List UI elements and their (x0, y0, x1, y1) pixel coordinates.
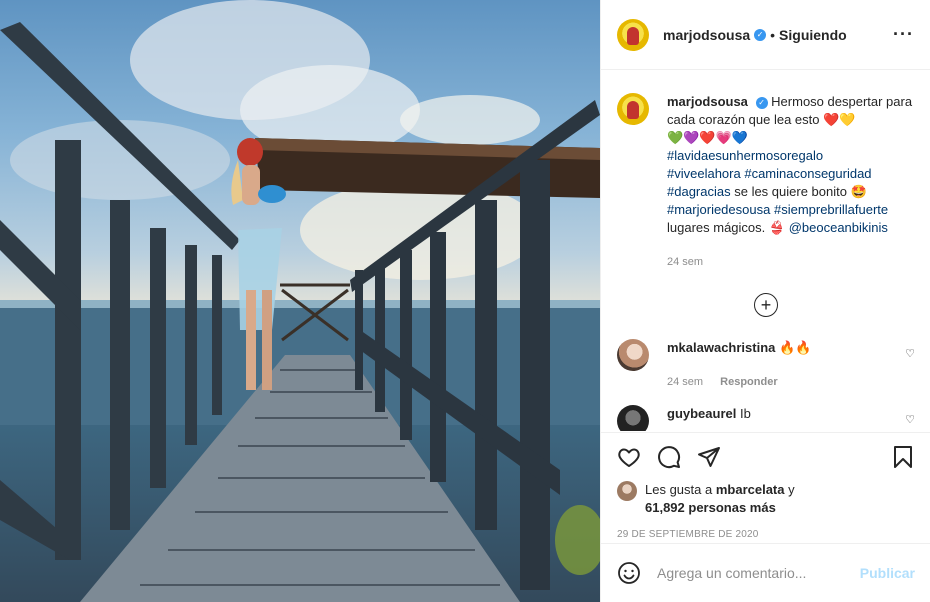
likes-prefix: Les gusta a (645, 482, 713, 497)
comment-heart-icon[interactable]: ♡ (905, 347, 915, 360)
author-avatar[interactable] (617, 18, 649, 51)
likes-connector: y (788, 482, 795, 497)
hashtag-link[interactable]: #dagracias (667, 184, 731, 199)
caption-text-part: se les quiere bonito 🤩 (730, 184, 867, 199)
comment-composer: Publicar (601, 543, 930, 602)
liker-username[interactable]: mbarcelata (716, 482, 785, 497)
post-side-panel: marjodsousa ✓ • Siguiendo ··· marjodsous… (600, 0, 930, 602)
hashtag-link[interactable]: #marjoriedesousa (667, 202, 770, 217)
verified-badge-icon: ✓ (754, 28, 767, 41)
comment-text: 🔥🔥 (779, 340, 812, 355)
comment-meta: 24 sem Responder (667, 373, 897, 391)
action-icons (617, 433, 915, 481)
likes-count[interactable]: 61,892 personas más (645, 500, 776, 515)
comment-bubble-icon[interactable] (657, 445, 681, 469)
post-actions: Les gusta a mbarcelata y 61,892 personas… (601, 432, 930, 540)
following-button[interactable]: Siguiendo (779, 27, 847, 43)
comment-input[interactable] (657, 565, 860, 581)
author-username[interactable]: marjodsousa (663, 27, 750, 43)
hashtag-link[interactable]: #lavidaesunhermosoregalo (667, 148, 823, 163)
caption-time[interactable]: 24 sem (667, 253, 915, 271)
hashtag-link[interactable]: #caminaconseguridad (744, 166, 871, 181)
commenter-avatar[interactable] (617, 339, 649, 371)
paper-plane-icon[interactable] (697, 445, 721, 469)
comment-body: mkalawachristina 🔥🔥 24 sem Responder (667, 339, 897, 391)
comment-heart-icon[interactable]: ♡ (905, 413, 915, 426)
comment-body: guybeaurel Ib (667, 405, 897, 431)
caption-username[interactable]: marjodsousa (667, 94, 748, 109)
liker-avatar[interactable] (617, 481, 637, 501)
likes-summary: Les gusta a mbarcelata y 61,892 personas… (617, 481, 915, 517)
comments-section[interactable]: marjodsousa ✓ Hermoso despertar para cad… (601, 71, 930, 431)
verified-badge-icon: ✓ (755, 96, 768, 109)
caption-avatar[interactable] (617, 93, 649, 125)
caption: marjodsousa ✓ Hermoso despertar para cad… (617, 93, 915, 271)
more-horizontal-icon[interactable]: ··· (893, 24, 914, 45)
plus-circle-icon[interactable]: + (754, 293, 778, 317)
caption-text: marjodsousa ✓ Hermoso despertar para cad… (667, 93, 915, 271)
comment-text: Ib (739, 406, 751, 421)
reply-button[interactable]: Responder (720, 376, 777, 388)
separator-dot: • (770, 26, 776, 43)
post-photo[interactable] (0, 0, 600, 602)
hashtag-link[interactable]: #siemprebrillafuerte (774, 202, 888, 217)
caption-text-end: lugares mágicos. 👙 (667, 220, 786, 235)
hashtag-link[interactable]: #viveelahora (667, 166, 741, 181)
post-header: marjodsousa ✓ • Siguiendo ··· (601, 0, 930, 70)
bookmark-icon[interactable] (891, 445, 915, 469)
commenter-username[interactable]: guybeaurel (667, 406, 736, 421)
beach-boardwalk-image (0, 0, 600, 602)
mention-link[interactable]: @beoceanbikinis (789, 220, 888, 235)
comment-item: mkalawachristina 🔥🔥 24 sem Responder ♡ (617, 339, 915, 391)
commenter-username[interactable]: mkalawachristina (667, 340, 775, 355)
publish-button[interactable]: Publicar (860, 565, 915, 581)
smiley-icon[interactable] (617, 561, 641, 585)
emoji-hearts: ❤️💛 (823, 112, 856, 127)
heart-icon[interactable] (617, 445, 641, 469)
commenter-avatar[interactable] (617, 405, 649, 431)
emoji-hearts-row: 💚💜❤️💗💙 (667, 130, 748, 145)
comment-item: guybeaurel Ib ♡ (617, 405, 915, 431)
comment-time[interactable]: 24 sem (667, 376, 703, 388)
post-date[interactable]: 29 DE SEPTIEMBRE DE 2020 (617, 529, 915, 540)
likes-text: Les gusta a mbarcelata y 61,892 personas… (645, 481, 795, 517)
